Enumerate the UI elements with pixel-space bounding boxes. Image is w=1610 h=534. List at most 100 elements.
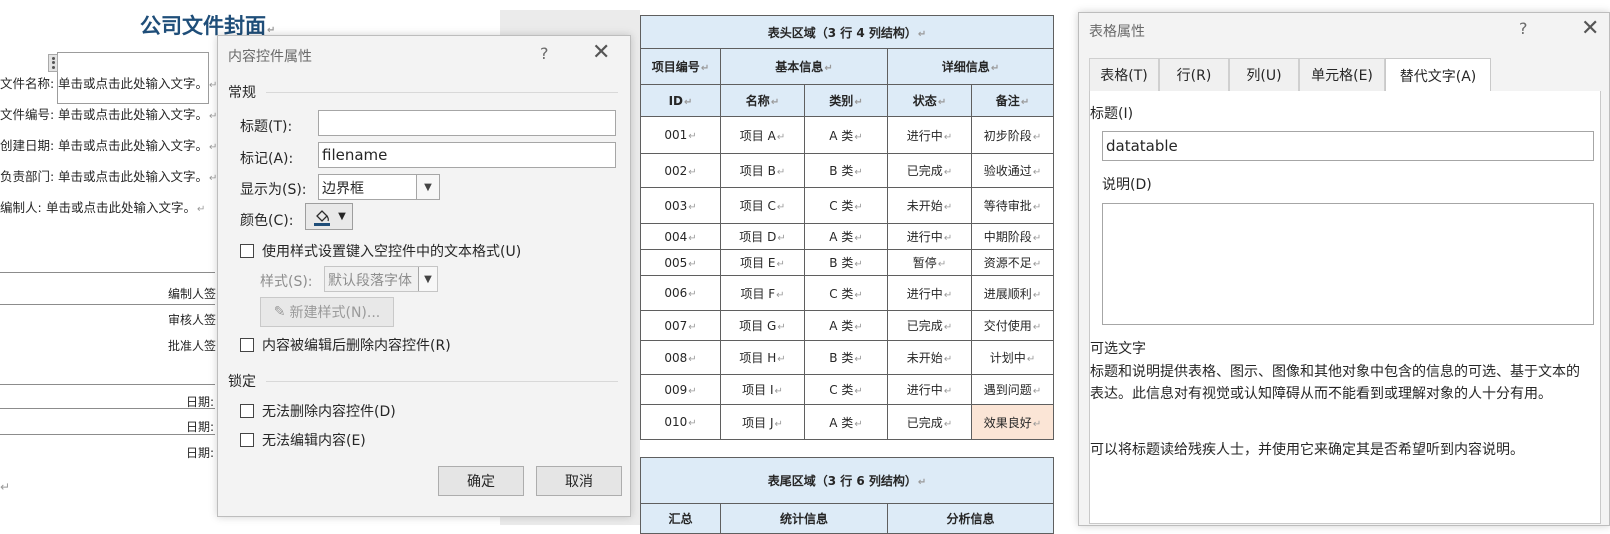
data-table: 表头区域（3 行 4 列结构）↵ 项目编号↵ 基本信息↵ 详细信息↵ ID↵ 名… [640,15,1054,534]
show-as-label: 显示为(S): [240,182,307,198]
checkbox-label: 使用样式设置键入空控件中的文本格式(U) [262,244,522,260]
tag-label: 标记(A): [240,151,294,167]
checkbox-box[interactable] [240,244,254,258]
help-button[interactable]: ? [1519,19,1528,38]
show-as-value: 边界框 [322,181,364,197]
cannot-delete-checkbox[interactable]: 无法删除内容控件(D) [240,401,396,421]
header-region-label: 表头区域（3 行 4 列结构）↵ [640,15,1054,49]
dialog-title: 表格属性 [1089,24,1145,40]
color-label: 颜色(C): [240,213,294,229]
close-button[interactable]: ✕ [592,42,610,64]
group-header: 项目编号↵ [640,48,721,85]
help-button[interactable]: ? [540,44,549,63]
new-style-button: ✎ 新建样式(N)... [260,297,394,327]
checkbox-box[interactable] [240,338,254,352]
alt-description-label: 说明(D) [1102,177,1152,193]
column-header: 备注↵ [971,84,1054,117]
footer-header: 分析信息 [887,503,1054,534]
cannot-edit-checkbox[interactable]: 无法编辑内容(E) [240,430,366,450]
table-row: 003↵ 项目 C↵ C 类↵ 未开始↵ 等待审批↵ [640,187,1054,224]
checkbox-label: 无法编辑内容(E) [262,433,366,449]
footer-region-label: 表尾区域（3 行 6 列结构）↵ [640,457,1054,504]
tab-cell[interactable]: 单元格(E) [1299,58,1385,91]
alt-text-description: 标题和说明提供表格、图示、图像和其他对象中包含的信息的可选、基于文本的表达。此信… [1090,364,1580,402]
remove-after-edit-checkbox[interactable]: 内容被编辑后删除内容控件(R) [240,335,451,355]
table-row: 002↵ 项目 B↵ B 类↵ 已完成↵ 验收通过↵ [640,153,1054,188]
alt-text-heading: 可选文字 [1090,341,1146,357]
divider [0,408,215,409]
style-label: 样式(S): [260,274,313,290]
table-row: 001↵ 项目 A↵ A 类↵ 进行中↵ 初步阶段↵ [640,116,1054,154]
alt-text-panel: 标题(I) 说明(D) 可选文字 标题和说明提供表格、图示、图像和其他对象中包含… [1089,91,1601,524]
table-row: 006↵ 项目 F↵ C 类↵ 进行中↵ 进展顺利↵ [640,275,1054,311]
close-button[interactable]: ✕ [1581,18,1599,40]
paragraph-mark: ↵ [0,480,11,494]
signature-label: 批准人签 [168,339,217,353]
field-label: 负责部门: [0,169,55,184]
checkbox-label: 无法删除内容控件(D) [262,404,396,420]
button-label: 新建样式(N)... [289,305,381,321]
field-placeholder[interactable]: 单击或点击此处输入文字。 [58,107,208,122]
field-placeholder[interactable]: 单击或点击此处输入文字。 [58,138,208,153]
cancel-button[interactable]: 取消 [536,466,622,496]
dialog-title: 内容控件属性 [228,49,312,65]
title-label: 标题(T): [240,119,293,135]
field-placeholder[interactable]: 单击或点击此处输入文字。 [46,200,196,215]
alt-description-textarea[interactable] [1102,203,1594,325]
table-row: 007↵ 项目 G↵ A 类↵ 已完成↵ 交付使用↵ [640,310,1054,341]
field-row: 创建日期: 单击或点击此处输入文字。↵ [0,135,217,154]
style-select: 默认段落字体 ▼ [324,266,438,292]
column-header: 状态↵ [887,84,972,117]
checkbox-box[interactable] [240,433,254,447]
tab-alt-text[interactable]: 替代文字(A) [1385,58,1491,92]
highlighted-cell[interactable]: 效果良好↵ [971,404,1054,440]
content-control-properties-dialog: 内容控件属性 ? ✕ 常规 标题(T): 标记(A): 显示为(S): 边界框 … [217,35,631,517]
group-header: 基本信息↵ [720,48,888,85]
tab-column[interactable]: 列(U) [1229,58,1299,91]
alt-title-input[interactable] [1102,131,1594,161]
field-label: 文件名称: [0,76,55,91]
field-label: 编制人: [0,200,42,215]
divider [0,434,215,435]
tab-row[interactable]: 行(R) [1159,58,1229,91]
date-label: 日期: [186,446,215,460]
table-row: 004↵ 项目 D↵ A 类↵ 进行中↵ 中期阶段↵ [640,223,1054,250]
group-divider [266,381,618,382]
column-header: ID↵ [640,84,721,117]
field-row: 文件编号: 单击或点击此处输入文字。↵ [0,104,217,123]
tab-table[interactable]: 表格(T) [1089,58,1159,91]
table-properties-dialog: 表格属性 ? ✕ 表格(T) 行(R) 列(U) 单元格(E) 替代文字(A) … [1078,12,1610,526]
show-as-select[interactable]: 边界框 ▼ [318,174,440,200]
field-row: 编制人: 单击或点击此处输入文字。↵ [0,197,205,216]
use-style-checkbox[interactable]: 使用样式设置键入空控件中的文本格式(U) [240,241,521,261]
tab-bar: 表格(T) 行(R) 列(U) 单元格(E) 替代文字(A) [1089,58,1601,92]
divider [0,304,215,305]
checkbox-box[interactable] [240,404,254,418]
table-row: 005↵ 项目 E↵ B 类↵ 暂停↵ 资源不足↵ [640,249,1054,276]
tag-input[interactable] [318,142,616,168]
style-value: 默认段落字体 [328,273,412,289]
field-placeholder[interactable]: 单击或点击此处输入文字。 [58,169,208,184]
table-area: 表头区域（3 行 4 列结构）↵ 项目编号↵ 基本信息↵ 详细信息↵ ID↵ 名… [640,0,1060,534]
new-style-icon: ✎ [273,304,286,320]
color-picker-button[interactable]: ▼ [305,203,353,230]
table-gap [641,440,1054,458]
group-divider [266,92,618,93]
field-row: 负责部门: 单击或点击此处输入文字。↵ [0,166,217,185]
field-label: 创建日期: [0,138,55,153]
alt-text-note: 可以将标题读给残疾人士，并使用它来确定其是否希望听到内容说明。 [1090,442,1524,458]
title-input[interactable] [318,110,616,136]
field-placeholder[interactable]: 单击或点击此处输入文字。 [58,76,208,91]
table-row: 008↵ 项目 H↵ B 类↵ 未开始↵ 计划中↵ [640,340,1054,375]
footer-header: 汇总 [640,503,721,534]
chevron-down-icon: ▼ [418,267,437,291]
column-header: 类别↵ [804,84,888,117]
ok-button[interactable]: 确定 [438,466,524,496]
content-control-handle[interactable] [48,54,58,72]
paint-bucket-icon [314,209,331,226]
table-row: 009↵ 项目 I↵ C 类↵ 进行中↵ 遇到问题↵ [640,374,1054,405]
lock-group-label: 锁定 [228,374,256,390]
date-label: 日期: [186,420,215,434]
field-row: 文件名称: 单击或点击此处输入文字。↵ [0,73,217,92]
divider [0,384,215,385]
